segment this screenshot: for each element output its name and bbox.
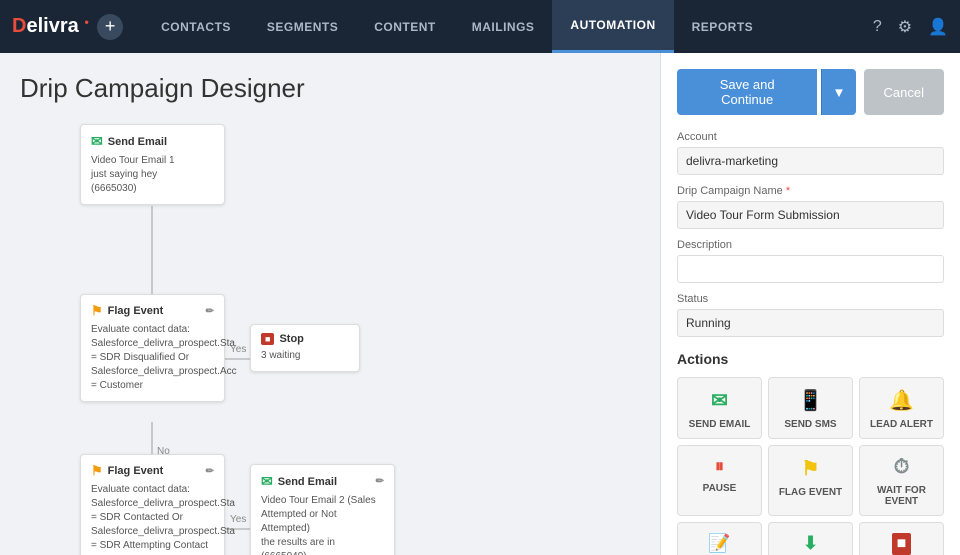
designer-panel: Drip Campaign Designer Yes No Yes — [0, 53, 660, 555]
node-send-email-1[interactable]: ✉ Send Email Video Tour Email 1 just say… — [80, 124, 225, 205]
user-icon[interactable]: 👤 — [928, 17, 948, 37]
nav-reports[interactable]: REPORTS — [674, 0, 772, 53]
status-value: Running — [677, 309, 944, 337]
action-stop[interactable]: ■ STOP — [859, 522, 944, 555]
nav-content[interactable]: CONTENT — [356, 0, 454, 53]
svg-text:Yes: Yes — [230, 514, 246, 525]
header-right: ? ⚙ 👤 — [873, 17, 948, 37]
action-send-email[interactable]: ✉ SEND EMAIL — [677, 377, 762, 439]
campaign-value: Video Tour Form Submission — [677, 201, 944, 229]
help-icon[interactable]: ? — [873, 18, 882, 36]
flag-icon-2: ⚑ — [91, 463, 103, 479]
account-label: Account — [677, 131, 944, 143]
action-flag-event[interactable]: ⚑ FLAG EVENT — [768, 445, 853, 516]
actions-title: Actions — [677, 351, 944, 367]
action-update-field[interactable]: 📝 UPDATE FIELD — [677, 522, 762, 555]
action-sms-icon: 📱 — [798, 388, 823, 413]
nav-automation[interactable]: AUTOMATION — [552, 0, 673, 53]
header: Delivra ● + CONTACTS SEGMENTS CONTENT MA… — [0, 0, 960, 53]
action-label: LEAD ALERT — [870, 419, 933, 430]
save-dropdown-button[interactable]: ▼ — [821, 69, 855, 115]
description-input[interactable] — [677, 255, 944, 283]
page-title: Drip Campaign Designer — [20, 73, 640, 104]
node-send-email-2[interactable]: ✉ Send Email ✏ Video Tour Email 2 (Sales… — [250, 464, 395, 555]
node-content: 3 waiting — [261, 349, 349, 363]
main-content: Drip Campaign Designer Yes No Yes — [0, 53, 960, 555]
node-content: Video Tour Email 2 (Sales Attempted or N… — [261, 494, 384, 555]
action-send-sms[interactable]: 📱 SEND SMS — [768, 377, 853, 439]
action-label: SEND EMAIL — [689, 419, 751, 430]
action-export-csv[interactable]: ⬇ EXPORT CSV — [768, 522, 853, 555]
node-label: Stop — [279, 333, 303, 345]
node-label: Flag Event — [108, 305, 164, 317]
campaign-label: Drip Campaign Name * — [677, 185, 944, 197]
action-label: SEND SMS — [784, 419, 836, 430]
settings-icon[interactable]: ⚙ — [898, 17, 912, 37]
action-pause[interactable]: ⏸ PAUSE — [677, 445, 762, 516]
node-flag-event-1[interactable]: ⚑ Flag Event ✏ Evaluate contact data: Sa… — [80, 294, 225, 402]
edit-icon-3[interactable]: ✏ — [376, 476, 384, 487]
send-email-icon-2: ✉ — [261, 473, 273, 490]
node-content: Evaluate contact data: Salesforce_delivr… — [91, 483, 214, 553]
save-continue-button[interactable]: Save and Continue — [677, 69, 817, 115]
logo: Delivra ● — [12, 15, 89, 38]
send-email-icon: ✉ — [91, 133, 103, 150]
sidebar-panel: Save and Continue ▼ Cancel Account deliv… — [660, 53, 960, 555]
node-label: Flag Event — [108, 465, 164, 477]
action-email-icon: ✉ — [711, 388, 728, 413]
nav-contacts[interactable]: CONTACTS — [143, 0, 249, 53]
status-label: Status — [677, 293, 944, 305]
logo-area: Delivra ● + — [12, 14, 123, 40]
description-label: Description — [677, 239, 944, 251]
node-content: Video Tour Email 1 just saying hey (6665… — [91, 154, 214, 196]
actions-grid: ✉ SEND EMAIL 📱 SEND SMS 🔔 LEAD ALERT ⏸ P… — [677, 377, 944, 555]
account-value: delivra-marketing — [677, 147, 944, 175]
action-label: PAUSE — [703, 483, 737, 494]
add-button[interactable]: + — [97, 14, 123, 40]
action-export-icon: ⬇ — [803, 533, 818, 554]
action-lead-icon: 🔔 — [889, 388, 914, 413]
action-buttons: Save and Continue ▼ Cancel — [677, 69, 944, 115]
action-label: WAIT FOR EVENT — [866, 485, 937, 507]
node-label: Send Email — [278, 476, 337, 488]
action-flag-icon: ⚑ — [802, 456, 820, 481]
action-update-icon: 📝 — [708, 533, 730, 554]
node-flag-event-2[interactable]: ⚑ Flag Event ✏ Evaluate contact data: Sa… — [80, 454, 225, 555]
edit-icon-2[interactable]: ✏ — [206, 466, 214, 477]
flag-icon-1: ⚑ — [91, 303, 103, 319]
action-wait-for-event[interactable]: ⏱ WAIT FOR EVENT — [859, 445, 944, 516]
action-stop-icon: ■ — [892, 533, 912, 555]
nav-segments[interactable]: SEGMENTS — [249, 0, 356, 53]
action-pause-icon: ⏸ — [715, 456, 724, 477]
node-label: Send Email — [108, 136, 167, 148]
node-stop[interactable]: ■ Stop 3 waiting — [250, 324, 360, 372]
node-content: Evaluate contact data: Salesforce_delivr… — [91, 323, 214, 393]
nav-mailings[interactable]: MAILINGS — [454, 0, 553, 53]
main-nav: CONTACTS SEGMENTS CONTENT MAILINGS AUTOM… — [143, 0, 873, 53]
action-label: FLAG EVENT — [779, 487, 842, 498]
action-wait-icon: ⏱ — [894, 456, 910, 479]
stop-icon: ■ — [261, 333, 274, 345]
cancel-button[interactable]: Cancel — [864, 69, 944, 115]
action-lead-alert[interactable]: 🔔 LEAD ALERT — [859, 377, 944, 439]
edit-icon-1[interactable]: ✏ — [206, 306, 214, 317]
